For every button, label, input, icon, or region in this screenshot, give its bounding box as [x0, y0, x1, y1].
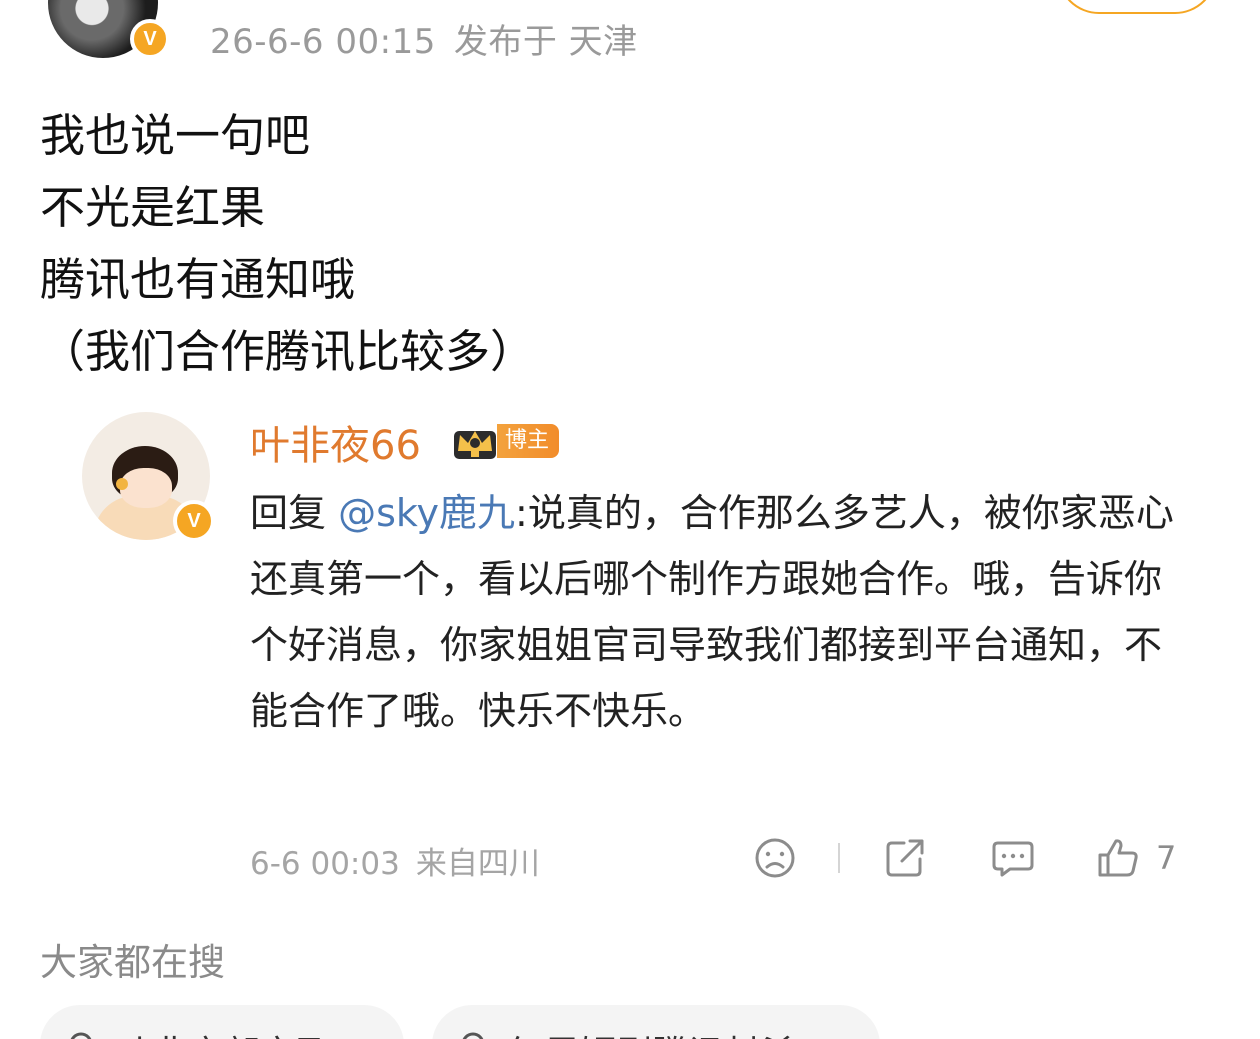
like-button[interactable]: 7: [1096, 836, 1176, 880]
action-divider: [838, 843, 840, 873]
mention-link[interactable]: @sky鹿九: [338, 491, 515, 535]
post-location: 发布于 天津: [453, 22, 638, 62]
like-icon: [1098, 839, 1138, 877]
commenter-username[interactable]: 叶非夜66: [250, 413, 421, 471]
blogger-badge: 博主: [497, 424, 560, 458]
share-button[interactable]: [884, 836, 928, 880]
avatar-face: [120, 468, 172, 508]
share-icon: [886, 839, 924, 877]
post-line: 不光是红果: [40, 181, 266, 234]
post-line: （我们合作腾讯比较多）: [40, 325, 536, 378]
dislike-button[interactable]: [754, 836, 796, 880]
avatar-flower: [116, 478, 128, 490]
trending-item-label: 红果短剧腾讯封杀: [508, 1025, 796, 1039]
comment-meta: 6-6 00:03 来自四川: [250, 838, 540, 883]
post-timestamp: 26-6-6 00:15: [210, 22, 436, 62]
post-line: 腾讯也有通知哦: [40, 253, 356, 306]
weibo-post-page: V 26-6-6 00:15 发布于 天津 我也说一句吧 不光是红果 腾讯也有通知…: [0, 0, 1260, 1039]
post-line: 我也说一句吧: [40, 109, 311, 162]
comment-body: 回复 @sky鹿九:说真的，合作那么多艺人，被你家恶心还真第一个，看以后哪个制作…: [250, 480, 1190, 744]
follow-button[interactable]: [1057, 0, 1217, 14]
trending-item[interactable]: 叶非夜郭京飞: [40, 1005, 404, 1039]
trending-item[interactable]: 红果短剧腾讯封杀: [432, 1005, 880, 1039]
verified-badge-icon: V: [173, 500, 215, 542]
comment-time: 6-6 00:03: [250, 846, 400, 882]
verified-badge-icon: V: [130, 19, 170, 59]
reply-prefix: 回复: [250, 491, 339, 535]
search-icon: [70, 1032, 92, 1039]
post-body: 我也说一句吧 不光是红果 腾讯也有通知哦 （我们合作腾讯比较多）: [40, 100, 535, 388]
dislike-icon: [755, 838, 795, 878]
comment-icon: [992, 841, 1034, 877]
crown-level-icon: [454, 431, 496, 459]
trending-title: 大家都在搜: [40, 941, 225, 984]
comment-source: 来自四川: [415, 846, 540, 882]
search-icon: [462, 1032, 484, 1039]
trending-item-label: 叶非夜郭京飞: [116, 1025, 332, 1039]
post-meta: 26-6-6 00:15 发布于 天津: [210, 14, 638, 63]
comment-button[interactable]: [990, 836, 1036, 880]
like-count: 7: [1156, 839, 1177, 877]
